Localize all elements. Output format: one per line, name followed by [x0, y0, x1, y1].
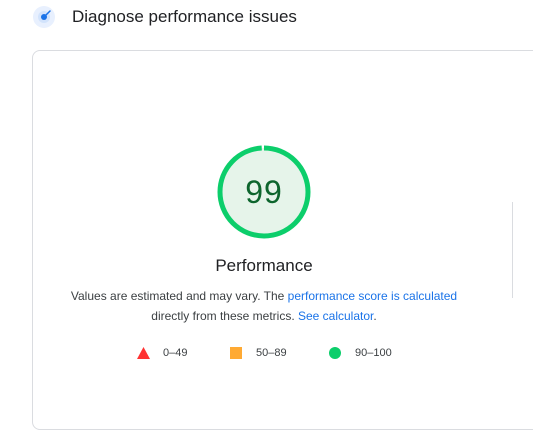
performance-score-label: Performance: [215, 256, 313, 275]
description-text-2: directly from these metrics.: [151, 309, 298, 323]
see-calculator-link[interactable]: See calculator: [298, 309, 373, 323]
description-text-3: .: [373, 309, 377, 323]
score-description: Values are estimated and may vary. The p…: [54, 286, 474, 326]
circle-icon: [329, 347, 341, 359]
triangle-icon: [137, 347, 150, 359]
score-legend: 0–49 50–89 90–100: [0, 344, 533, 362]
section-header: Diagnose performance issues: [0, 0, 533, 36]
speed-gauge-icon: [32, 5, 56, 29]
section-title: Diagnose performance issues: [72, 7, 297, 26]
square-icon: [230, 347, 242, 359]
legend-range-fail: 0–49: [163, 347, 188, 359]
score-calculated-link[interactable]: performance score is calculated: [288, 289, 457, 303]
legend-range-average: 50–89: [256, 347, 287, 359]
performance-card: [32, 50, 533, 430]
description-text-1: Values are estimated and may vary. The: [70, 289, 288, 303]
vertical-divider: [512, 202, 513, 298]
performance-score-value: 99: [245, 174, 283, 210]
legend-range-pass: 90–100: [355, 347, 392, 359]
performance-score-gauge[interactable]: 99: [216, 144, 312, 240]
